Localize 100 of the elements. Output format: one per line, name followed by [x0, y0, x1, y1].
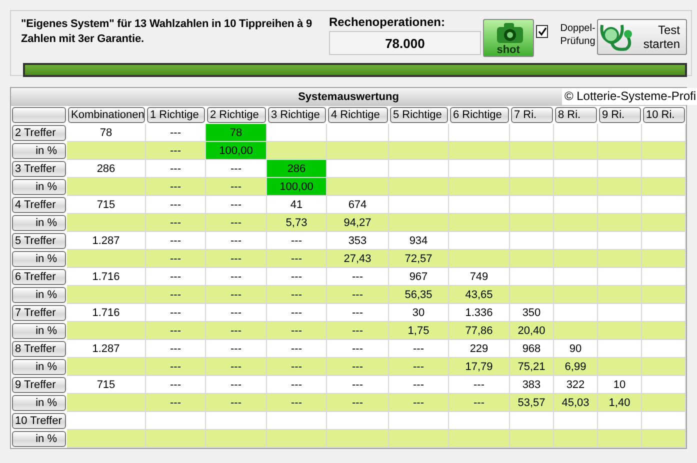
table-cell: --- [449, 376, 510, 394]
table-cell [389, 142, 449, 160]
row-header[interactable]: 7 Treffer [12, 305, 66, 321]
table-cell: 100,00 [206, 142, 267, 160]
column-header[interactable]: 8 Ri. [555, 107, 597, 123]
table-cell [510, 250, 554, 268]
table-cell: --- [146, 268, 206, 286]
table-cell: --- [327, 268, 389, 286]
table-cell [554, 412, 598, 430]
table-cell [554, 304, 598, 322]
table-cell [642, 250, 686, 268]
table-cell [206, 412, 267, 430]
table-cell: 78 [67, 124, 146, 142]
table-cell [267, 142, 327, 160]
table-cell [449, 124, 510, 142]
table-cell: 1.336 [449, 304, 510, 322]
row-header[interactable]: in % [12, 287, 66, 303]
table-cell: --- [146, 376, 206, 394]
table-cell [598, 250, 642, 268]
row-header[interactable]: in % [12, 431, 66, 447]
row-header[interactable]: 3 Treffer [12, 161, 66, 177]
table-cell: --- [327, 322, 389, 340]
column-header[interactable]: 6 Richtige [450, 107, 509, 123]
row-header[interactable]: in % [12, 215, 66, 231]
column-header[interactable]: 5 Richtige [390, 107, 448, 123]
row-header[interactable]: 5 Treffer [12, 233, 66, 249]
table-cell: 72,57 [389, 250, 449, 268]
row-header[interactable]: 10 Treffer [12, 413, 66, 429]
table-cell: --- [327, 304, 389, 322]
column-header[interactable]: 1 Richtige [147, 107, 205, 123]
table-cell [642, 394, 686, 412]
row-header[interactable]: 9 Treffer [12, 377, 66, 393]
table-cell: --- [206, 160, 267, 178]
table-cell: --- [146, 358, 206, 376]
row-header[interactable]: 6 Treffer [12, 269, 66, 285]
table-cell [327, 124, 389, 142]
table-cell [389, 196, 449, 214]
column-header[interactable]: Kombinationen [68, 107, 145, 123]
table-cell: 6,99 [554, 358, 598, 376]
table-cell: 968 [510, 340, 554, 358]
table-cell [642, 358, 686, 376]
column-header[interactable]: 2 Richtige [207, 107, 266, 123]
column-header[interactable]: 4 Richtige [328, 107, 388, 123]
table-cell [389, 214, 449, 232]
table-cell [598, 196, 642, 214]
table-cell: --- [206, 250, 267, 268]
table-cell [554, 214, 598, 232]
table-cell [554, 232, 598, 250]
system-description: "Eigenes System" für 13 Wahlzahlen in 10 Tippreihen à 9 Zahlen mit 3er Garantie. [21, 17, 314, 47]
table-cell: --- [267, 358, 327, 376]
corner-header [12, 107, 66, 123]
table-cell [598, 232, 642, 250]
table-cell: 27,43 [327, 250, 389, 268]
table-cell: --- [146, 196, 206, 214]
row-header[interactable]: 2 Treffer [12, 125, 66, 141]
row-header[interactable]: 4 Treffer [12, 197, 66, 213]
row-header[interactable]: in % [12, 359, 66, 375]
table-cell: --- [206, 358, 267, 376]
table-cell: 100,00 [267, 178, 327, 196]
table-cell: 10 [598, 376, 642, 394]
table-cell: 350 [510, 304, 554, 322]
table-title: Systemauswertung [298, 91, 399, 103]
column-header[interactable]: 9 Ri. [599, 107, 641, 123]
table-cell: --- [327, 394, 389, 412]
column-header[interactable]: 10 Ri. [643, 107, 685, 123]
table-cell: 1.287 [67, 232, 146, 250]
table-cell: --- [146, 394, 206, 412]
table-cell: 30 [389, 304, 449, 322]
table-cell [598, 358, 642, 376]
table-cell [510, 286, 554, 304]
table-cell: --- [146, 160, 206, 178]
table-cell: 967 [389, 268, 449, 286]
test-start-button[interactable]: Test starten [597, 19, 687, 55]
table-cell [389, 160, 449, 178]
table-cell: --- [389, 394, 449, 412]
row-header[interactable]: 8 Treffer [12, 341, 66, 357]
table-cell [598, 214, 642, 232]
table-cell: --- [206, 304, 267, 322]
column-header[interactable]: 3 Richtige [268, 107, 326, 123]
double-check-checkbox[interactable] [536, 25, 548, 38]
row-header[interactable]: in % [12, 251, 66, 267]
table-cell [267, 430, 327, 448]
row-header[interactable]: in % [12, 395, 66, 411]
shot-button[interactable]: shot [482, 19, 534, 57]
table-cell [598, 412, 642, 430]
row-header[interactable]: in % [12, 143, 66, 159]
table-cell [510, 160, 554, 178]
column-header[interactable]: 7 Ri. [511, 107, 553, 123]
table-cell: --- [389, 376, 449, 394]
table-cell [206, 430, 267, 448]
table-cell [267, 412, 327, 430]
table-cell: 715 [67, 196, 146, 214]
table-cell: --- [327, 376, 389, 394]
table-cell: 1,40 [598, 394, 642, 412]
table-cell: --- [206, 394, 267, 412]
table-cell [327, 160, 389, 178]
table-cell: --- [327, 286, 389, 304]
row-header[interactable]: in % [12, 179, 66, 195]
row-header[interactable]: in % [12, 323, 66, 339]
table-cell [598, 340, 642, 358]
